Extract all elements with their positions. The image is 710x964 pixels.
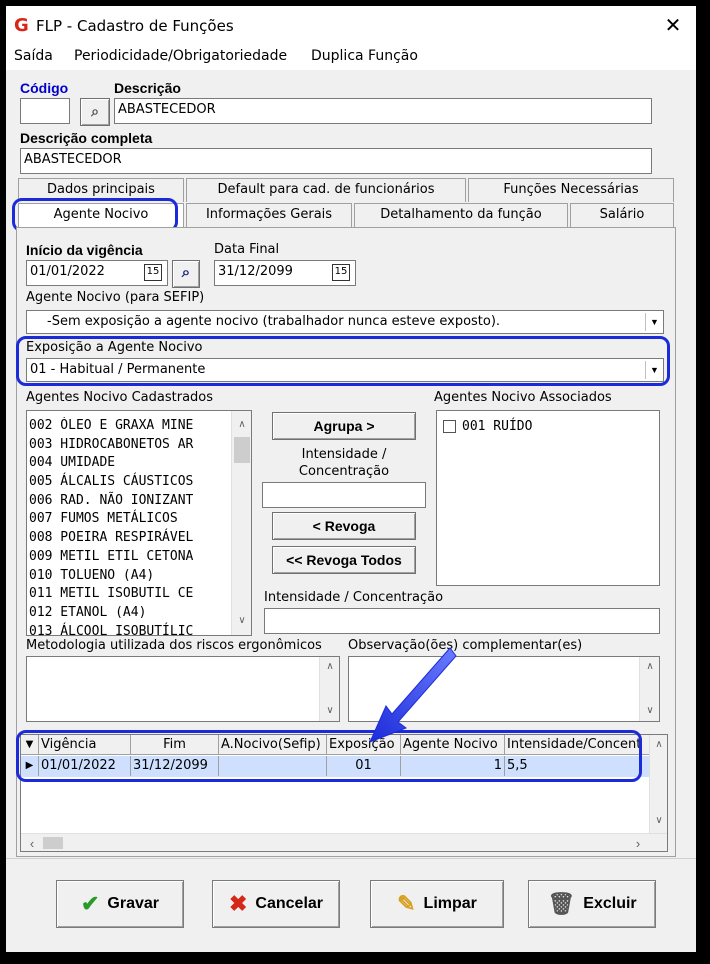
intensidade-input[interactable] [262, 482, 426, 508]
list-item[interactable]: 007 FUMOS METÁLICOS [29, 510, 229, 529]
cadastrados-list[interactable]: 002 ÓLEO E GRAXA MINE 003 HIDROCABONETOS … [26, 410, 252, 636]
cadastrados-scrollbar[interactable]: ∧ ∨ [231, 411, 251, 635]
tab-informacoes-gerais[interactable]: Informações Gerais [186, 203, 352, 227]
revoga-todos-button[interactable]: << Revoga Todos [272, 546, 416, 574]
chevron-left-icon[interactable]: ‹ [25, 836, 39, 851]
sefip-label: Agente Nocivo (para SEFIP) [26, 290, 205, 305]
list-item[interactable]: 001 RUÍDO [443, 419, 532, 434]
list-item[interactable]: 002 ÓLEO E GRAXA MINE [29, 417, 229, 436]
search-vigencia-button[interactable]: ⌕ [172, 260, 200, 288]
list-item[interactable]: 008 POEIRA RESPIRÁVEL [29, 529, 229, 548]
agrupa-button[interactable]: Agrupa > [272, 412, 416, 440]
metodologia-label: Metodologia utilizada dos riscos ergonôm… [26, 638, 322, 653]
chevron-down-icon[interactable]: ∨ [640, 705, 660, 716]
app-logo-icon: G [14, 15, 29, 36]
list-item[interactable]: 006 RAD. NÃO IONIZANT [29, 492, 229, 511]
sefip-value: -Sem exposição a agente nocivo (trabalha… [47, 314, 501, 329]
list-item[interactable]: 011 METIL ISOBUTIL CE [29, 585, 229, 604]
chevron-down-icon[interactable]: ∨ [650, 815, 667, 826]
data-final-label: Data Final [214, 242, 280, 257]
descricao-completa-input[interactable]: ABASTECEDOR [20, 148, 652, 174]
inicio-vigencia-value: 01/01/2022 [30, 264, 105, 279]
menu-periodicidade[interactable]: Periodicidade/Obrigatoriedade [74, 48, 287, 64]
inicio-vigencia-label: Início da vigência [26, 242, 143, 258]
close-button[interactable]: ✕ [658, 12, 688, 38]
list-item[interactable]: 003 HIDROCABONETOS AR [29, 436, 229, 455]
chevron-down-icon[interactable]: ▼ [645, 313, 663, 331]
cancelar-button[interactable]: ✖ Cancelar [212, 880, 340, 928]
calendar-icon[interactable]: 15 [332, 264, 350, 281]
close-icon: ✖ [228, 891, 248, 916]
chevron-up-icon[interactable]: ∧ [640, 661, 660, 672]
associado-label: 001 RUÍDO [462, 419, 533, 434]
annotation-arrow-icon [369, 647, 457, 743]
chevron-down-icon[interactable]: ∨ [320, 705, 340, 716]
list-item[interactable]: 005 ÁLCALIS CÁUSTICOS [29, 473, 229, 492]
cadastrados-label: Agentes Nocivo Cadastrados [26, 390, 214, 405]
binoculars-icon: ⌕ [91, 103, 99, 119]
grid-vscrollbar[interactable]: ∧ ∨ [649, 735, 667, 833]
descricao-completa-label: Descrição completa [20, 130, 153, 146]
calendar-icon[interactable]: 15 [144, 264, 162, 281]
intensidade2-label: Intensidade / Concentração [264, 590, 444, 605]
codigo-input[interactable] [20, 98, 70, 124]
gravar-label: Gravar [107, 895, 160, 912]
cancelar-label: Cancelar [255, 895, 324, 912]
menu-bar: Saída Periodicidade/Obrigatoriedade Dupl… [6, 44, 696, 70]
associados-list[interactable]: 001 RUÍDO [436, 410, 660, 586]
list-item[interactable]: 012 ETANOL (A4) [29, 604, 229, 623]
menu-duplica-funcao[interactable]: Duplica Função [311, 48, 418, 64]
grid-highlight-annotation [16, 730, 642, 782]
intensidade2-input[interactable] [264, 608, 660, 634]
revoga-button[interactable]: < Revoga [272, 512, 416, 540]
list-item[interactable]: 004 UMIDADE [29, 454, 229, 473]
tab-salario[interactable]: Salário [570, 203, 674, 227]
gravar-button[interactable]: ✔ Gravar [56, 880, 184, 928]
metodologia-textarea[interactable]: ∧ ∨ [26, 656, 340, 722]
descricao-label: Descrição [114, 80, 181, 96]
trash-icon: 🗑 [547, 891, 576, 916]
chevron-up-icon[interactable]: ∧ [650, 739, 667, 750]
broom-icon: ✎ [397, 891, 416, 916]
limpar-label: Limpar [423, 895, 477, 912]
associados-label: Agentes Nocivo Associados [434, 390, 612, 405]
descricao-input[interactable]: ABASTECEDOR [114, 98, 652, 124]
list-item[interactable]: 009 METIL ETIL CETONA [29, 548, 229, 567]
search-codigo-button[interactable]: ⌕ [80, 98, 110, 126]
list-item[interactable]: 010 TOLUENO (A4) [29, 567, 229, 586]
grid-hscrollbar[interactable]: ‹ › [21, 833, 667, 851]
intensidade-label: Intensidade / Concentração [298, 447, 390, 479]
title-bar: G FLP - Cadastro de Funções ✕ [6, 6, 696, 44]
checkbox[interactable] [443, 420, 456, 433]
limpar-button[interactable]: ✎ Limpar [370, 880, 504, 928]
excluir-label: Excluir [583, 895, 637, 912]
tab-funcoes-necessarias[interactable]: Funções Necessárias [468, 178, 674, 202]
chevron-right-icon[interactable]: › [631, 836, 645, 851]
tab-default-cad-funcionarios[interactable]: Default para cad. de funcionários [186, 178, 466, 202]
menu-saida[interactable]: Saída [14, 48, 53, 64]
checkmark-icon: ✔ [80, 891, 100, 916]
exposicao-highlight-annotation [16, 336, 670, 386]
chevron-down-icon[interactable]: ∨ [232, 615, 251, 626]
scroll-thumb[interactable] [43, 837, 63, 849]
chevron-up-icon[interactable]: ∧ [232, 419, 251, 430]
binoculars-icon: ⌕ [181, 264, 191, 281]
excluir-button[interactable]: 🗑 Excluir [528, 880, 656, 928]
codigo-label: Código [20, 80, 69, 96]
sefip-select[interactable]: -Sem exposição a agente nocivo (trabalha… [26, 310, 664, 334]
list-item[interactable]: 013 ÁLCOOL ISOBUTÍLIC [29, 623, 229, 635]
chevron-up-icon[interactable]: ∧ [320, 661, 340, 672]
app-window: G FLP - Cadastro de Funções ✕ Saída Peri… [6, 6, 696, 952]
scroll-thumb[interactable] [234, 437, 250, 463]
tab-detalhamento-funcao[interactable]: Detalhamento da função [354, 203, 568, 227]
window-title: FLP - Cadastro de Funções [36, 17, 234, 35]
metodologia-scrollbar[interactable]: ∧ ∨ [319, 657, 339, 721]
observacao-scrollbar[interactable]: ∧ ∨ [639, 657, 659, 721]
data-final-value: 31/12/2099 [218, 264, 293, 279]
